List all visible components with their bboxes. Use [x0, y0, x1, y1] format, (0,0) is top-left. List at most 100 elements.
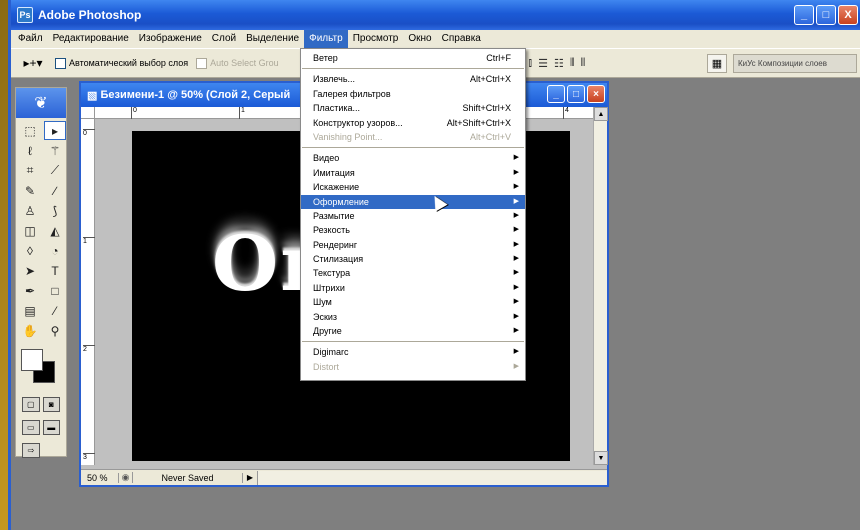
filter-menu-item[interactable]: Шум ▶ [301, 295, 525, 309]
filter-menu-item[interactable]: Пластика... Shift+Ctrl+X [301, 101, 525, 115]
hand-tool-icon[interactable]: ✋ [19, 321, 41, 340]
submenu-arrow-icon: ▶ [513, 240, 519, 248]
submenu-arrow-icon: ▶ [513, 298, 519, 306]
info-icon[interactable]: ◉ [119, 472, 133, 483]
menu-layer[interactable]: Слой [207, 30, 241, 48]
eraser-tool-icon[interactable]: ◫ [19, 221, 41, 240]
eyedropper-tool-icon[interactable]: ⁄ [44, 301, 66, 320]
ruler-origin[interactable] [81, 107, 95, 119]
doc-minimize-button[interactable]: _ [547, 85, 565, 103]
filter-menu-item[interactable]: Ветер Ctrl+F [301, 51, 525, 65]
filter-menu-item[interactable]: Размытие ▶ [301, 209, 525, 223]
magic-wand-tool-icon[interactable]: ⚚ [44, 141, 66, 160]
filter-menu-item[interactable]: Эскиз ▶ [301, 310, 525, 324]
filter-menu-shortcut: Shift+Ctrl+X [462, 103, 511, 114]
ruler-tick: 0 [131, 107, 137, 119]
filter-menu-item[interactable]: Извлечь... Alt+Ctrl+X [301, 72, 525, 86]
title-bar[interactable]: Ps Adobe Photoshop _ □ X [11, 0, 860, 30]
document-icon: ▧ [87, 89, 101, 102]
filter-menu-item[interactable]: Имитация ▶ [301, 166, 525, 180]
lasso-tool-icon[interactable]: ℓ [19, 141, 41, 160]
distribute-icon[interactable]: ☷ [554, 57, 564, 70]
foreground-color-swatch[interactable] [21, 349, 43, 371]
standard-screen-icon[interactable]: ▭ [22, 420, 40, 435]
scroll-up-icon[interactable]: ▲ [594, 107, 608, 121]
zoom-level[interactable]: 50 % [81, 472, 119, 483]
filter-menu-item[interactable]: Другие ▶ [301, 324, 525, 338]
horizontal-scrollbar[interactable] [257, 470, 607, 485]
marquee-tool-icon[interactable]: ⬚ [19, 121, 41, 140]
brush-tool-icon[interactable]: ∕ [44, 181, 66, 200]
move-tool-preset-icon[interactable]: ▸+▾ [19, 53, 47, 73]
submenu-arrow-icon: ▶ [513, 348, 519, 356]
auto-select-group-checkbox[interactable] [196, 57, 208, 69]
layer-comps-tab[interactable]: КиУс Композиции слоев [733, 54, 857, 73]
align-distribute-icons[interactable]: ⫿ ⫾ ☰ ☷ ⦀ ⫴ [519, 57, 585, 70]
type-tool-icon[interactable]: T [44, 261, 66, 280]
ruler-tick: 4 [563, 107, 569, 119]
document-status-bar: 50 % ◉ Never Saved ▶ [81, 469, 607, 485]
menu-image[interactable]: Изображение [134, 30, 207, 48]
palette-well-icon[interactable]: ▦ [707, 54, 727, 73]
filter-menu-item[interactable]: Digimarc ▶ [301, 345, 525, 359]
jump-to-imageready-icon[interactable]: ⇨ [22, 443, 40, 458]
menu-help[interactable]: Справка [437, 30, 486, 48]
doc-maximize-button[interactable]: □ [567, 85, 585, 103]
dodge-tool-icon[interactable]: ◔ [44, 241, 66, 260]
clone-stamp-tool-icon[interactable]: ♙ [19, 201, 41, 220]
filter-menu-item[interactable]: Рендеринг ▶ [301, 238, 525, 252]
filter-menu-item[interactable]: Галерея фильтров [301, 87, 525, 101]
pen-tool-icon[interactable]: ✒ [19, 281, 41, 300]
distribute-icon[interactable]: ⫴ [581, 57, 586, 70]
auto-select-layer-checkbox[interactable] [55, 57, 66, 69]
filter-menu-item[interactable]: Штрихи ▶ [301, 281, 525, 295]
notes-tool-icon[interactable]: ▤ [19, 301, 41, 320]
filter-menu-item[interactable]: Резкость ▶ [301, 223, 525, 237]
menu-view[interactable]: Просмотр [348, 30, 404, 48]
shape-tool-icon[interactable]: □ [44, 281, 66, 300]
filter-menu-item[interactable]: Оформление ▶ [301, 194, 525, 209]
filter-menu-item[interactable]: Конструктор узоров... Alt+Shift+Ctrl+X [301, 116, 525, 130]
status-menu-arrow-icon[interactable]: ▶ [243, 473, 257, 482]
maximize-button[interactable]: □ [816, 5, 836, 25]
healing-brush-tool-icon[interactable]: ✎ [19, 181, 41, 200]
feather-logo-icon[interactable]: ❦ [16, 88, 66, 118]
menu-filter[interactable]: Фильтр [304, 30, 348, 48]
history-brush-tool-icon[interactable]: ⟆ [44, 201, 66, 220]
menu-window[interactable]: Окно [403, 30, 436, 48]
filter-menu-item[interactable]: Текстура ▶ [301, 266, 525, 280]
slice-tool-icon[interactable]: ⟋ [44, 161, 66, 180]
doc-close-button[interactable]: × [587, 85, 605, 103]
filter-menu-item[interactable]: Видео ▶ [301, 151, 525, 165]
standard-mode-icon[interactable]: ▢ [22, 397, 40, 412]
align-icon[interactable]: ⫾ [529, 57, 533, 70]
quick-mask-mode-icon[interactable]: ◙ [42, 397, 60, 412]
crop-tool-icon[interactable]: ⌗ [19, 161, 41, 180]
distribute-icon[interactable]: ☰ [538, 57, 548, 70]
zoom-tool-icon[interactable]: ⚲ [44, 321, 66, 340]
move-tool-icon[interactable]: ▸ [44, 121, 66, 140]
distribute-icon[interactable]: ⦀ [570, 57, 575, 70]
ruler-tick: 0 [83, 129, 95, 137]
filter-menu-item-label: Видео [313, 153, 340, 164]
minimize-button[interactable]: _ [794, 5, 814, 25]
scroll-down-icon[interactable]: ▼ [594, 451, 608, 465]
filter-menu-item-label: Digimarc [313, 347, 349, 358]
blur-tool-icon[interactable]: ◊ [19, 241, 41, 260]
filter-menu-item-label: Размытие [313, 210, 355, 221]
filter-menu-item[interactable]: Искажение ▶ [301, 180, 525, 194]
paint-bucket-tool-icon[interactable]: ◭ [44, 221, 66, 240]
filter-menu-item-label: Штрихи [313, 282, 345, 293]
filter-menu-item[interactable]: Стилизация ▶ [301, 252, 525, 266]
vertical-scrollbar[interactable]: ▲ ▼ [593, 107, 608, 465]
submenu-arrow-icon: ▶ [513, 312, 519, 320]
path-selection-tool-icon[interactable]: ➤ [19, 261, 41, 280]
menu-file[interactable]: Файл [13, 30, 48, 48]
filter-menu-item: Vanishing Point... Alt+Ctrl+V [301, 130, 525, 144]
menu-edit[interactable]: Редактирование [48, 30, 134, 48]
close-button[interactable]: X [838, 5, 858, 25]
mask-mode-buttons: ▢ ◙ [16, 393, 66, 416]
full-screen-menu-icon[interactable]: ▬ [42, 420, 60, 435]
menu-select[interactable]: Выделение [241, 30, 304, 48]
vertical-ruler[interactable]: 0 1 2 3 [81, 119, 95, 465]
